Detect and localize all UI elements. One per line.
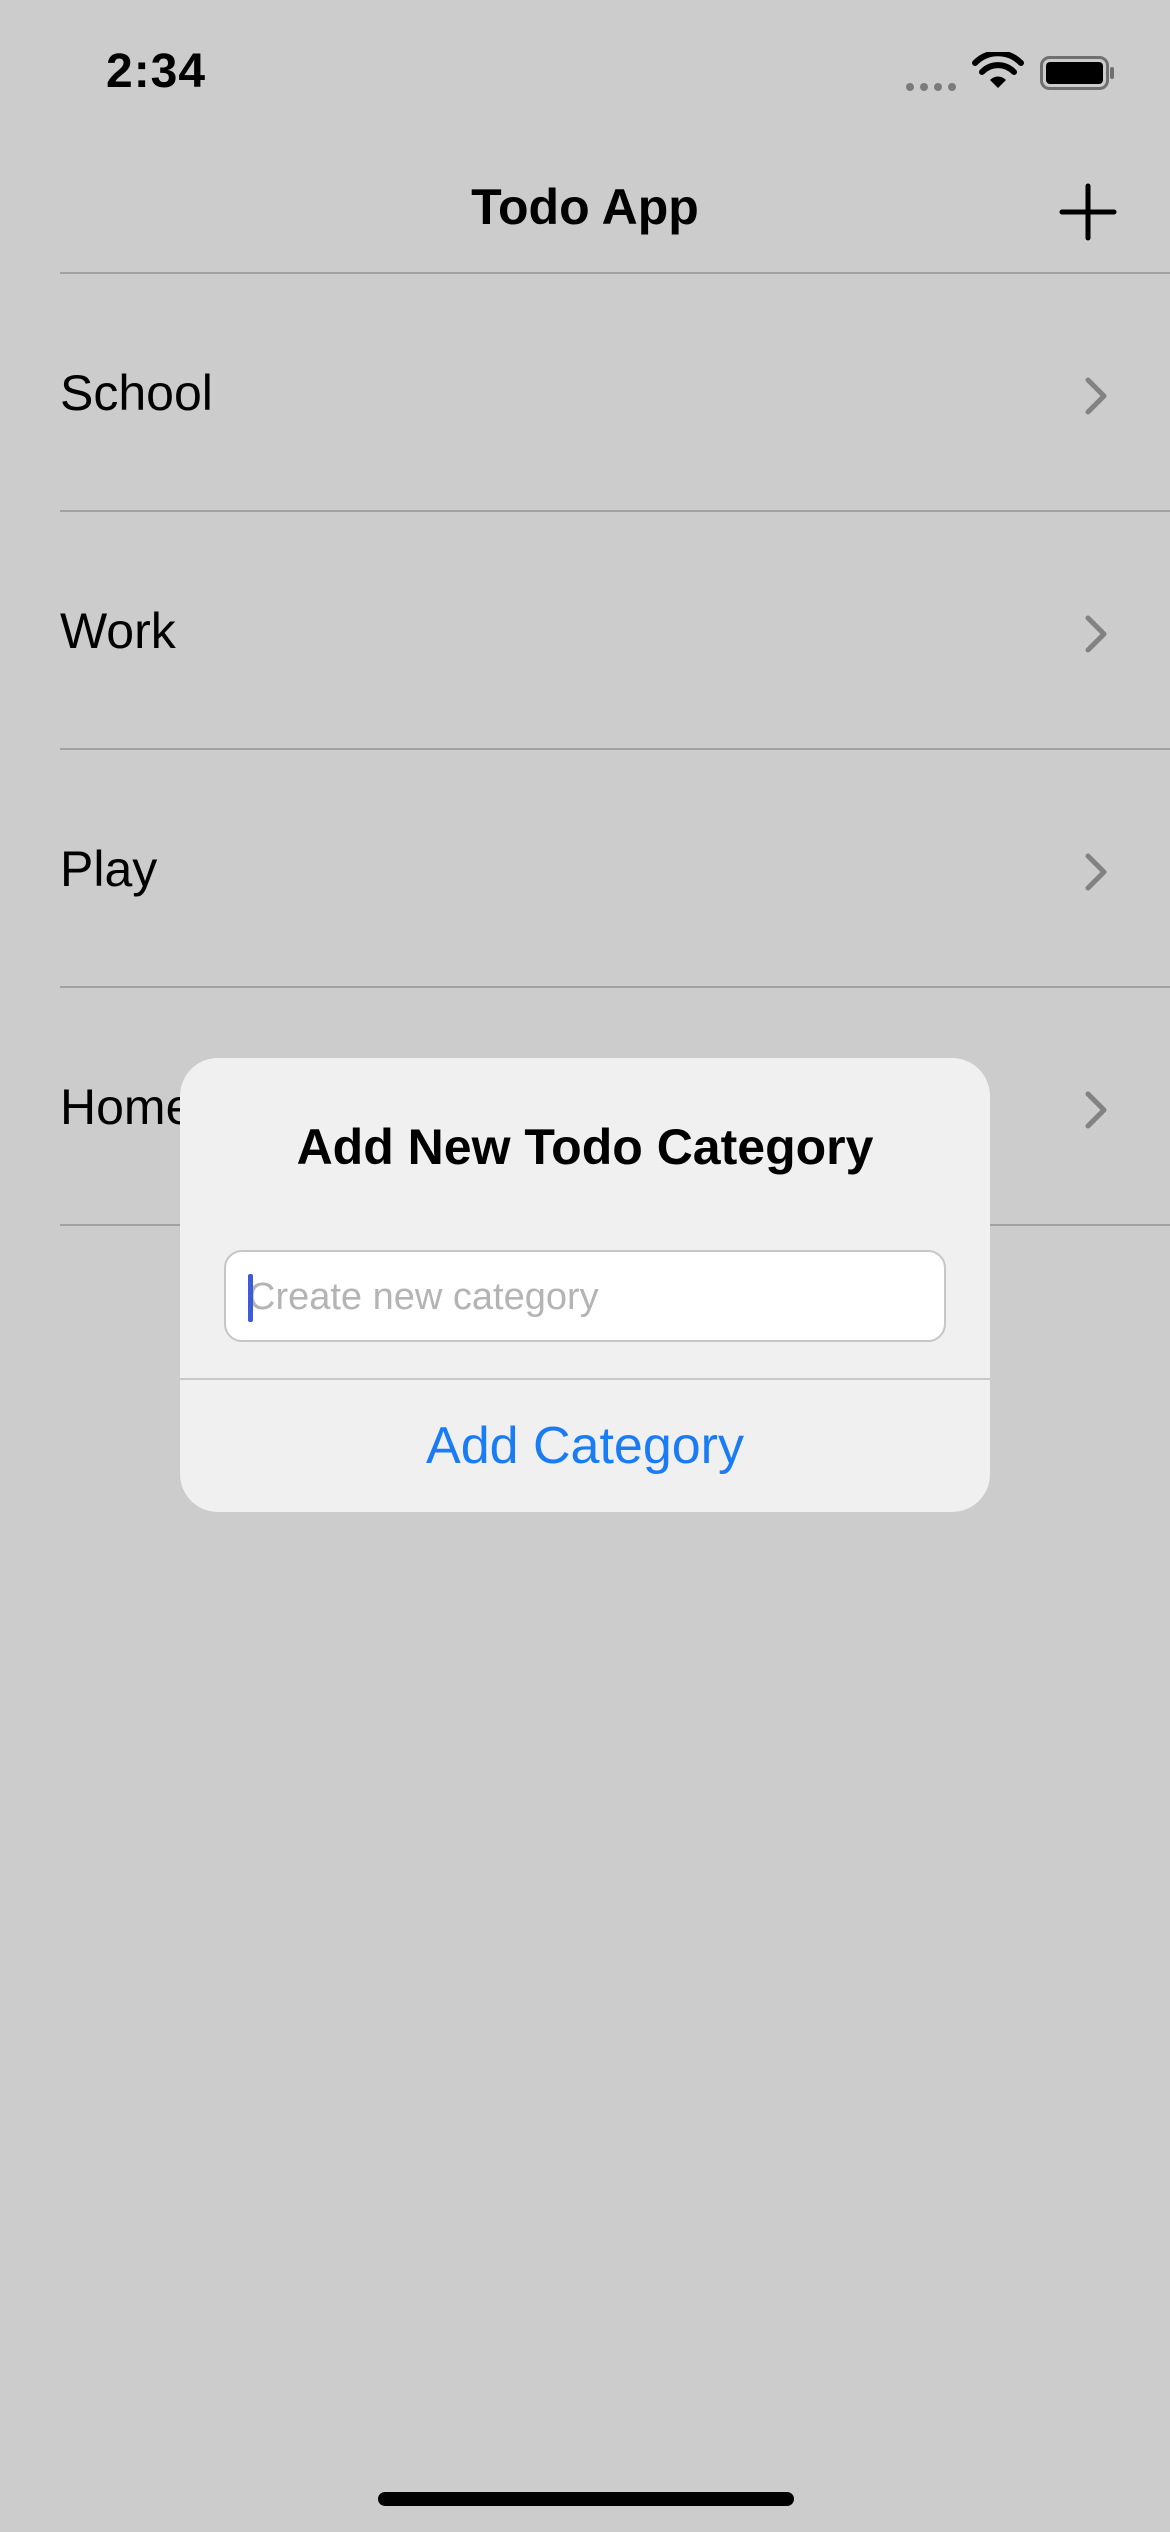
alert-title: Add New Todo Category <box>296 1119 874 1175</box>
input-placeholder: Create new category <box>248 1276 599 1318</box>
add-category-confirm-button[interactable]: Add Category <box>180 1380 990 1512</box>
todo-app-screen: 2:34 Todo App School Work Play Home Add … <box>0 0 1170 2532</box>
text-caret <box>248 1274 253 1322</box>
add-category-alert: Add New Todo Category Create new categor… <box>180 1058 990 1512</box>
category-name-input[interactable]: Create new category <box>224 1250 946 1342</box>
home-indicator[interactable] <box>378 2492 794 2506</box>
